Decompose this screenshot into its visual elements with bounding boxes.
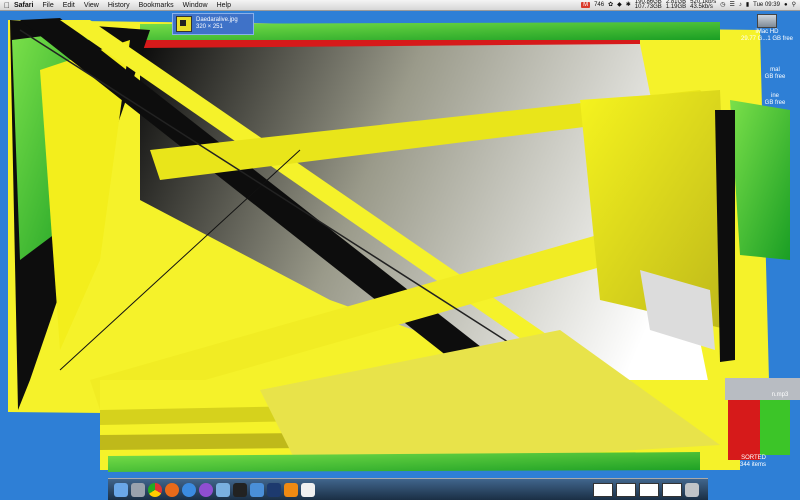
file-dimensions: 320 × 251 xyxy=(196,24,223,30)
itunes-icon[interactable] xyxy=(199,482,213,497)
network-speed[interactable]: 520.1kb/s 43.5kb/s xyxy=(690,0,716,10)
menu-help[interactable]: Help xyxy=(217,2,231,9)
preview-icon[interactable] xyxy=(216,482,230,497)
menu-app-safari[interactable]: Safari xyxy=(14,2,33,9)
dock xyxy=(108,478,708,500)
paw-icon[interactable]: ✿ xyxy=(608,2,613,8)
desktop-icon-imac-hd[interactable]: iMac HD 29.77 G...1 GB free xyxy=(736,14,798,43)
bluetooth-icon[interactable]: ✱ xyxy=(626,2,631,8)
finder-icon[interactable] xyxy=(114,482,128,497)
file-preview-chip[interactable]: Daedaralive.jpg 320 × 251 xyxy=(172,13,254,35)
desktop-icon-mp3[interactable]: n.mp3 xyxy=(762,392,798,399)
green-block-right xyxy=(760,400,790,455)
hard-drive-icon xyxy=(757,14,777,28)
window-thumb-2[interactable] xyxy=(616,482,636,497)
menu-window[interactable]: Window xyxy=(183,2,208,9)
clock[interactable]: Tue 09:39 xyxy=(753,2,780,8)
menu-bar:  Safari File Edit View History Bookmark… xyxy=(0,0,800,11)
gmail-icon[interactable]: M xyxy=(581,2,591,8)
disk-usage[interactable]: 190.86GB 107.73GB xyxy=(635,0,662,10)
photoshop-icon[interactable] xyxy=(267,482,281,497)
terminal-icon[interactable] xyxy=(233,482,247,497)
battery-icon[interactable]: ▮ xyxy=(746,2,749,8)
menu-file[interactable]: File xyxy=(42,2,53,9)
volume-icon[interactable]: ♪ xyxy=(739,2,742,8)
green-panel-right xyxy=(730,100,790,260)
menu-history[interactable]: History xyxy=(108,2,130,9)
safari-icon[interactable] xyxy=(182,482,196,497)
window-thumb-3[interactable] xyxy=(639,482,659,497)
firefox-icon[interactable] xyxy=(165,482,179,497)
desktop-glitch-artwork xyxy=(8,18,800,472)
spotlight-search-icon[interactable]: ⚲ xyxy=(792,2,796,8)
apple-menu-icon[interactable]:  xyxy=(0,1,14,10)
mail-icon[interactable] xyxy=(250,482,264,497)
time-machine-icon[interactable]: ◷ xyxy=(720,2,725,8)
mail-count[interactable]: 746 xyxy=(594,2,604,8)
menu-view[interactable]: View xyxy=(84,2,99,9)
menu-extras: M 746 ✿ ◆ ✱ 190.86GB 107.73GB 2.81GB 1.1… xyxy=(581,0,800,10)
menu-bookmarks[interactable]: Bookmarks xyxy=(139,2,174,9)
wifi-icon[interactable]: ☰ xyxy=(729,2,734,8)
desktop-icon-sorted[interactable]: SORTED 344 items xyxy=(706,455,766,469)
window-thumb-4[interactable] xyxy=(662,482,682,497)
menu-edit[interactable]: Edit xyxy=(63,2,75,9)
system-icon[interactable] xyxy=(131,482,145,497)
window-thumb-1[interactable] xyxy=(593,482,613,497)
vlc-icon[interactable] xyxy=(284,482,298,497)
memory-usage[interactable]: 2.81GB 1.19GB xyxy=(666,0,686,10)
trash-icon[interactable] xyxy=(685,482,699,497)
desktop-icon-mal[interactable]: mal GB free xyxy=(760,67,790,81)
dropbox-icon[interactable]: ◆ xyxy=(617,2,622,8)
calendar-icon[interactable] xyxy=(301,482,315,497)
file-name: Daedaralive.jpg xyxy=(196,17,238,23)
chrome-icon[interactable] xyxy=(148,482,162,497)
desktop-icon-ine[interactable]: ine GB free xyxy=(760,93,790,107)
image-thumbnail-icon xyxy=(176,16,192,32)
user-icon[interactable]: ● xyxy=(784,2,788,8)
